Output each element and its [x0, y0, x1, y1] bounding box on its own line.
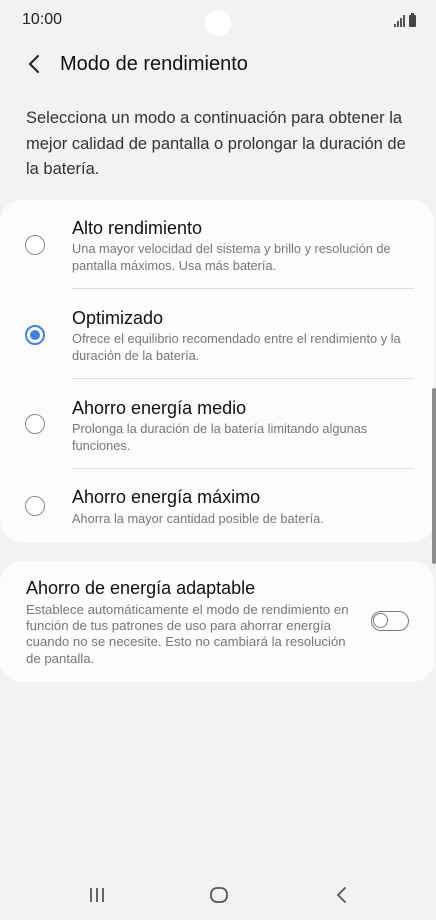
mode-description: Prolonga la duración de la batería limit…	[72, 421, 368, 453]
mode-description: Ofrece el equilibrio recomendado entre e…	[72, 331, 401, 363]
battery-icon	[409, 13, 416, 27]
page-title: Modo de rendimiento	[60, 53, 248, 75]
navigation-bar	[0, 870, 436, 920]
mode-title: Ahorro energía máximo	[72, 487, 261, 507]
mode-title: Ahorro energía medio	[72, 398, 247, 418]
status-time: 10:00	[22, 11, 63, 28]
mode-option-optimized[interactable]: Optimizado Ofrece el equilibrio recomend…	[0, 290, 434, 380]
front-camera-cutout	[205, 10, 231, 36]
radio-button[interactable]	[25, 496, 45, 516]
recent-apps-button[interactable]	[77, 882, 117, 908]
back-button[interactable]	[18, 48, 50, 80]
nav-back-button[interactable]	[322, 882, 362, 908]
adaptive-power-saving-card[interactable]: Ahorro de energía adaptable Establece au…	[0, 561, 434, 682]
back-icon	[337, 887, 346, 903]
divider	[72, 378, 414, 379]
adaptive-description: Establece automáticamente el modo de ren…	[26, 602, 349, 666]
adaptive-power-saving-toggle[interactable]	[371, 611, 409, 631]
radio-button[interactable]	[25, 414, 45, 434]
status-bar: 10:00	[0, 0, 436, 42]
signal-icon	[394, 15, 405, 27]
status-icons	[394, 13, 416, 27]
adaptive-title: Ahorro de energía adaptable	[26, 578, 256, 598]
mode-description: Una mayor velocidad del sistema y brillo…	[72, 241, 391, 273]
mode-option-medium-saving[interactable]: Ahorro energía medio Prolonga la duració…	[0, 380, 434, 470]
mode-description: Ahorra la mayor cantidad posible de bate…	[72, 511, 324, 526]
scrollbar[interactable]	[432, 388, 436, 564]
mode-title: Optimizado	[72, 308, 164, 328]
radio-button[interactable]	[25, 235, 45, 255]
mode-option-maximum-saving[interactable]: Ahorro energía máximo Ahorra la mayor ca…	[0, 470, 434, 560]
recent-apps-icon	[90, 888, 104, 902]
page-description: Selecciona un modo a continuación para o…	[26, 109, 406, 178]
divider	[72, 468, 414, 469]
mode-title: Alto rendimiento	[72, 218, 203, 238]
home-button[interactable]	[199, 882, 239, 908]
home-icon	[210, 887, 228, 903]
app-bar: Modo de rendimiento	[0, 42, 436, 88]
toggle-knob	[373, 613, 388, 628]
performance-modes-card: Alto rendimiento Una mayor velocidad del…	[0, 200, 434, 542]
radio-button-selected[interactable]	[25, 325, 45, 345]
chevron-left-icon	[29, 55, 39, 73]
mode-option-high-performance[interactable]: Alto rendimiento Una mayor velocidad del…	[0, 200, 434, 290]
divider	[72, 288, 414, 289]
